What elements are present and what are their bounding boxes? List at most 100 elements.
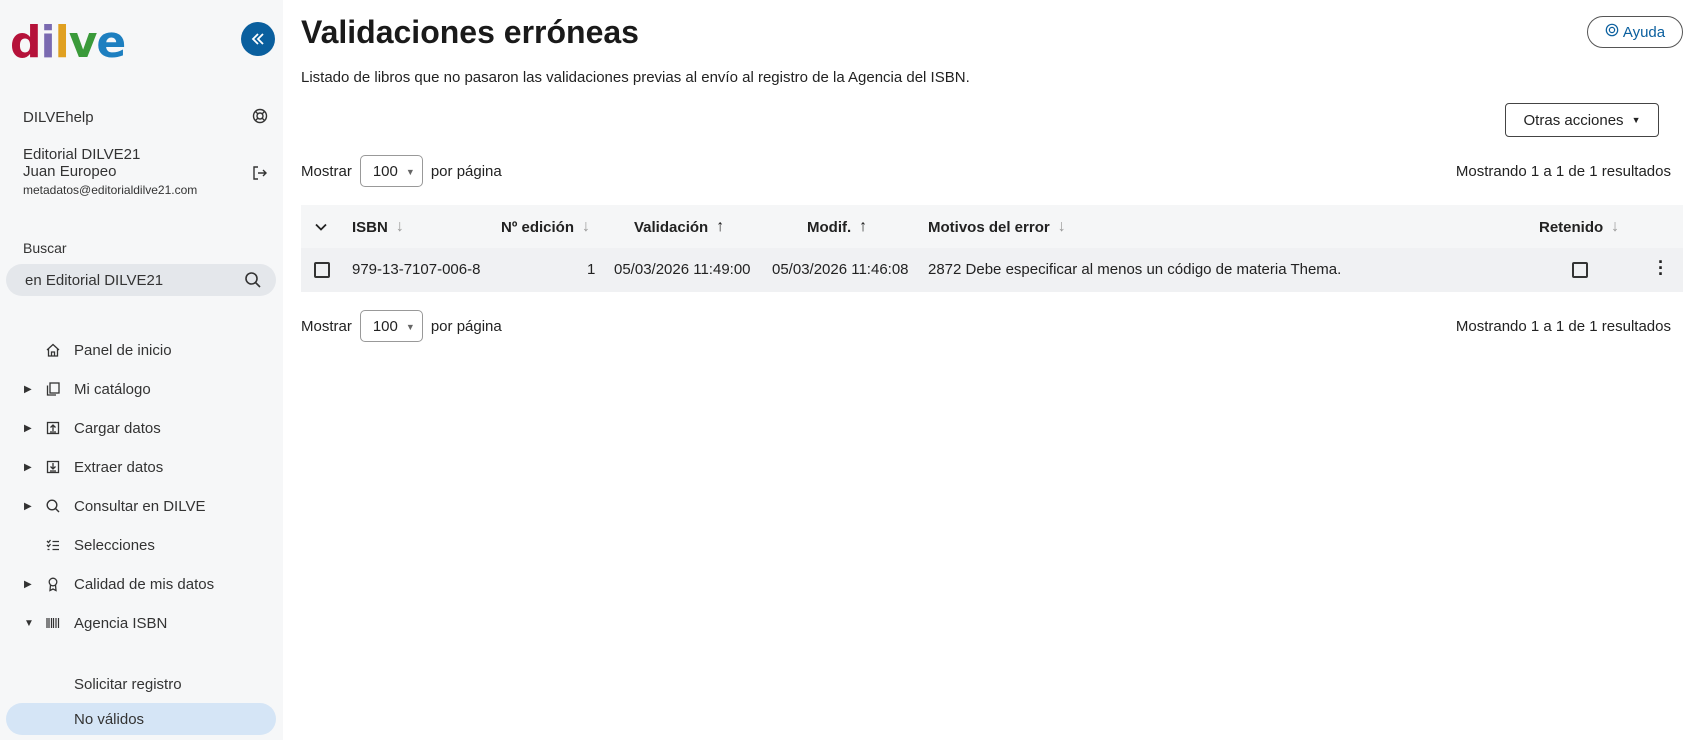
- column-label: Nº edición: [501, 218, 574, 236]
- column-modified[interactable]: Modif. ↑: [807, 218, 867, 236]
- page-title: Validaciones erróneas: [301, 14, 639, 50]
- sidebar-item-extraer-datos[interactable]: ▶ Extraer datos: [0, 450, 283, 484]
- table-header: ISBN ↓ Nº edición ↓ Validación ↑ Modif. ↑ Mo…: [301, 205, 1683, 248]
- show-label: Mostrar: [301, 317, 352, 335]
- sidebar-item-label: Solicitar registro: [74, 675, 182, 693]
- sort-arrow-up-icon[interactable]: ↑: [859, 218, 867, 236]
- sidebar-item-label: Cargar datos: [74, 419, 161, 437]
- per-page-label: por página: [430, 162, 502, 180]
- collapse-caret-icon[interactable]: ▼: [24, 618, 34, 629]
- sidebar-item-label: Extraer datos: [74, 458, 164, 476]
- sidebar-item-calidad-de-mis-datos[interactable]: ▶ Calidad de mis datos: [0, 567, 283, 601]
- results-count-bottom: Mostrando 1 a 1 de 1 resultados: [1455, 318, 1671, 335]
- column-edition[interactable]: Nº edición ↓: [501, 218, 590, 236]
- cell-modified-date: 05/03/2026 11:46:08: [772, 261, 909, 278]
- results-count-top: Mostrando 1 a 1 de 1 resultados: [1455, 163, 1671, 180]
- column-label: ISBN: [352, 218, 388, 236]
- collapse-sidebar-button[interactable]: [241, 22, 275, 56]
- expand-caret-icon[interactable]: ▶: [24, 423, 34, 434]
- expand-all-chevron-icon[interactable]: [314, 220, 328, 238]
- sidebar-item-label: Calidad de mis datos: [74, 575, 215, 593]
- sidebar-item-agencia-isbn[interactable]: ▼ Agencia ISBN: [0, 606, 283, 640]
- page-subtitle: Listado de libros que no pasaron las val…: [301, 69, 970, 86]
- search-box: [6, 264, 276, 296]
- retained-checkbox[interactable]: [1572, 262, 1588, 278]
- sort-arrow-down-icon[interactable]: ↓: [1058, 218, 1066, 236]
- barcode-icon: [44, 614, 62, 632]
- per-page-label: por página: [430, 317, 502, 335]
- table-row[interactable]: 979-13-7107-006-8 1 05/03/2026 11:49:00 …: [301, 248, 1683, 292]
- download-icon: [44, 458, 62, 476]
- select-caret-icon: ▼: [405, 167, 415, 177]
- sidebar-item-label: No válidos: [74, 710, 145, 728]
- column-error-reasons[interactable]: Motivos del error ↓: [928, 218, 1066, 236]
- sort-arrow-down-icon[interactable]: ↓: [1611, 218, 1619, 236]
- lifebuoy-icon[interactable]: [252, 108, 268, 129]
- show-label: Mostrar: [301, 162, 352, 180]
- dilve-logo[interactable]: dilve: [10, 18, 126, 68]
- search-icon: [44, 497, 62, 515]
- sidebar-item-consultar-en-dilve[interactable]: ▶ Consultar en DILVE: [0, 489, 283, 523]
- sidebar-item-label: Mi catálogo: [74, 380, 151, 398]
- sidebar: dilve DILVEhelp Editorial DILVE21 Juan E…: [0, 0, 283, 740]
- expand-caret-icon[interactable]: ▶: [24, 384, 34, 395]
- sidebar-item-panel-de-inicio[interactable]: Panel de inicio: [0, 333, 283, 367]
- column-label: Motivos del error: [928, 218, 1050, 236]
- sidebar-subitem-no-validos[interactable]: No válidos: [0, 703, 283, 735]
- row-actions-kebab-icon[interactable]: · · ·: [1658, 253, 1664, 283]
- sidebar-subitem-solicitar-registro[interactable]: Solicitar registro: [0, 668, 283, 700]
- help-site-link[interactable]: DILVEhelp: [23, 109, 94, 126]
- search-input[interactable]: [23, 270, 237, 290]
- help-icon: [1605, 23, 1619, 41]
- logout-icon[interactable]: [251, 164, 269, 187]
- expand-caret-icon[interactable]: ▶: [24, 462, 34, 473]
- home-icon: [44, 341, 62, 359]
- per-page-select[interactable]: 100 ▼: [359, 155, 423, 187]
- user-email: metadatos@editorialdilve21.com: [23, 183, 198, 197]
- per-page-value: 100: [372, 317, 398, 335]
- per-page-select[interactable]: 100 ▼: [359, 310, 423, 342]
- other-actions-label: Otras acciones: [1523, 111, 1624, 129]
- select-caret-icon: ▼: [405, 322, 415, 332]
- sidebar-item-selecciones[interactable]: Selecciones: [0, 528, 283, 562]
- column-label: Validación: [634, 218, 709, 236]
- sort-arrow-down-icon[interactable]: ↓: [396, 218, 404, 236]
- user-name: Juan Europeo: [23, 163, 117, 180]
- upload-icon: [44, 419, 62, 437]
- column-retained[interactable]: Retenido ↓: [1539, 218, 1619, 236]
- column-validation[interactable]: Validación ↑: [634, 218, 724, 236]
- search-icon[interactable]: [244, 271, 262, 294]
- sidebar-item-cargar-datos[interactable]: ▶ Cargar datos: [0, 411, 283, 445]
- user-company: Editorial DILVE21: [23, 146, 141, 163]
- expand-caret-icon[interactable]: ▶: [24, 579, 34, 590]
- pager-bottom: Mostrar 100 ▼ por página: [301, 309, 502, 343]
- column-label: Retenido: [1539, 218, 1604, 236]
- sort-arrow-up-icon[interactable]: ↑: [716, 218, 724, 236]
- column-isbn[interactable]: ISBN ↓: [352, 218, 404, 236]
- caret-down-icon: ▼: [1631, 115, 1641, 125]
- sidebar-item-mi-catalogo[interactable]: ▶ Mi catálogo: [0, 372, 283, 406]
- pager-top: Mostrar 100 ▼ por página: [301, 154, 502, 188]
- help-button-label: Ayuda: [1622, 23, 1666, 41]
- cell-error-reason: 2872 Debe especificar al menos un código…: [928, 261, 1342, 278]
- cell-validation-date: 05/03/2026 11:49:00: [614, 261, 751, 278]
- sidebar-item-label: Panel de inicio: [74, 341, 172, 359]
- cell-edition: 1: [587, 261, 596, 278]
- help-button[interactable]: Ayuda: [1587, 16, 1683, 48]
- award-icon: [44, 575, 62, 593]
- sidebar-item-label: Consultar en DILVE: [74, 497, 206, 515]
- search-label: Buscar: [23, 240, 67, 256]
- sort-arrow-down-icon[interactable]: ↓: [582, 218, 590, 236]
- sidebar-item-label: Agencia ISBN: [74, 614, 168, 632]
- column-label: Modif.: [807, 218, 852, 236]
- sidebar-item-label: Selecciones: [74, 536, 155, 554]
- checklist-icon: [44, 536, 62, 554]
- double-chevron-left-icon: [251, 33, 264, 45]
- per-page-value: 100: [372, 162, 398, 180]
- user-info: Editorial DILVE21 Juan Europeo metadatos…: [23, 146, 197, 199]
- catalog-icon: [44, 380, 62, 398]
- expand-caret-icon[interactable]: ▶: [24, 501, 34, 512]
- other-actions-dropdown[interactable]: Otras acciones ▼: [1505, 103, 1659, 137]
- row-select-checkbox[interactable]: [314, 262, 330, 278]
- cell-isbn: 979-13-7107-006-8: [352, 261, 481, 278]
